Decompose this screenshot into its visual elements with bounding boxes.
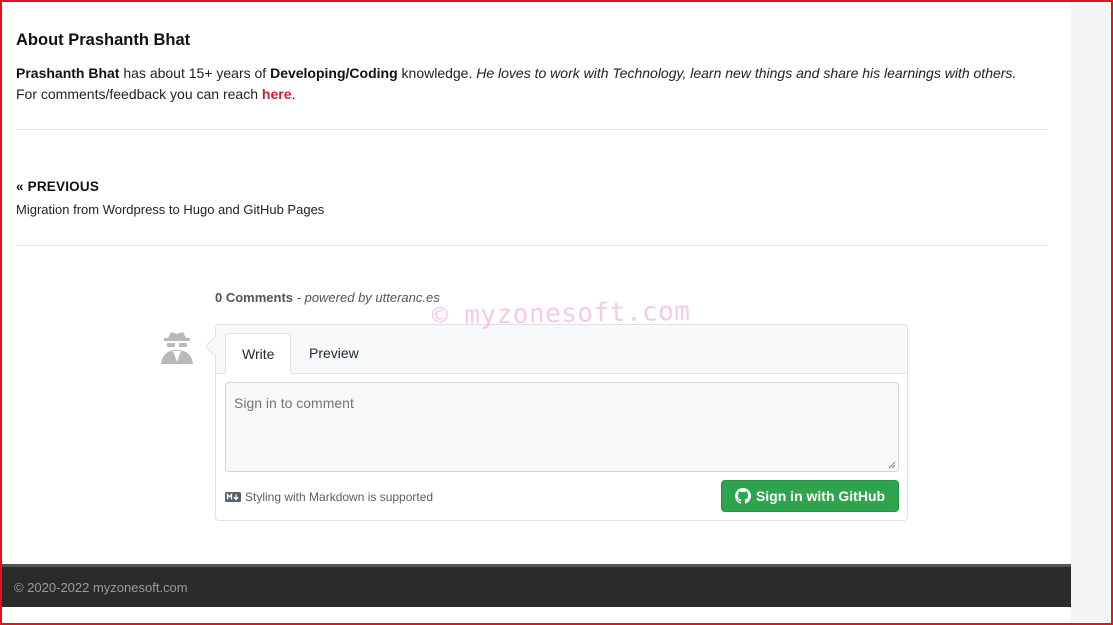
- previous-post-label[interactable]: « PREVIOUS: [16, 179, 99, 194]
- comment-box: Write Preview Styling with Markdown is s…: [215, 324, 908, 521]
- author-skill: Developing/Coding: [270, 65, 398, 81]
- sign-in-github-button[interactable]: Sign in with GitHub: [721, 480, 899, 512]
- tab-preview[interactable]: Preview: [293, 333, 375, 374]
- footer: © 2020-2022 myzonesoft.com: [2, 564, 1071, 607]
- comment-tabs: Write Preview: [216, 325, 907, 374]
- footer-copyright: © 2020-2022 myzonesoft.com: [14, 580, 188, 595]
- author-name: Prashanth Bhat: [16, 65, 120, 81]
- markdown-icon: [225, 492, 241, 502]
- sign-in-label: Sign in with GitHub: [755, 488, 886, 504]
- about-text-4: .: [291, 86, 296, 102]
- about-text-1: has about 15+ years of: [119, 65, 271, 81]
- about-text-3: For comments/feedback you can reach: [16, 86, 262, 102]
- page-scroll-gutter: [1071, 0, 1113, 625]
- markdown-hint-text: Styling with Markdown is supported: [245, 490, 434, 504]
- github-icon: [734, 488, 751, 504]
- comments-count: 0 Comments: [215, 290, 294, 305]
- anonymous-user-icon: [157, 328, 197, 368]
- comments-header: 0 Comments - powered by utteranc.es: [215, 290, 440, 305]
- previous-post-link[interactable]: Migration from Wordpress to Hugo and Git…: [16, 202, 324, 217]
- about-title: About Prashanth Bhat: [16, 31, 191, 49]
- powered-by-text: - powered by utteranc.es: [293, 290, 440, 305]
- feedback-link[interactable]: here: [262, 86, 292, 102]
- about-body: Prashanth Bhat has about 15+ years of De…: [16, 63, 1056, 105]
- about-text-2: knowledge.: [397, 65, 477, 81]
- tab-write[interactable]: Write: [225, 333, 292, 374]
- page-content: About Prashanth Bhat Prashanth Bhat has …: [2, 2, 1071, 623]
- divider: [16, 245, 1047, 246]
- comment-input[interactable]: [225, 382, 899, 472]
- resize-grip-icon[interactable]: [886, 459, 896, 469]
- author-tagline: He loves to work with Technology, learn …: [476, 65, 1017, 81]
- watermark: © myzonesoft.com: [431, 296, 691, 332]
- divider: [16, 129, 1047, 130]
- markdown-hint: Styling with Markdown is supported: [225, 490, 433, 504]
